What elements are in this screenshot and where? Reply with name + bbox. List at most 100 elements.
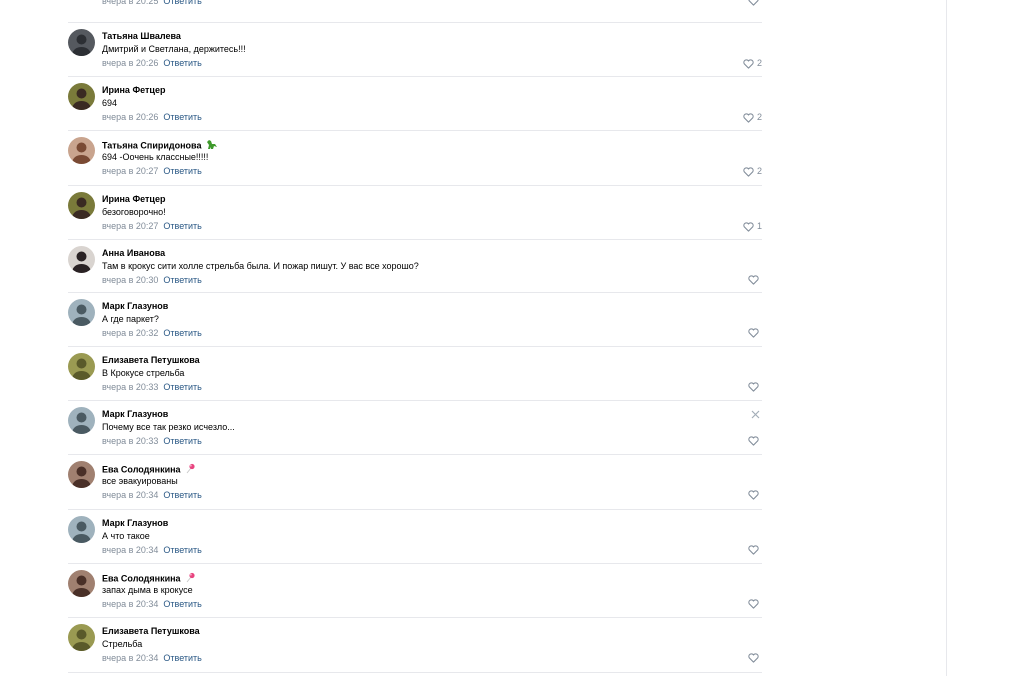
- reply-link[interactable]: Ответить: [163, 653, 201, 663]
- comment-author[interactable]: Ева Солодянкина: [102, 572, 196, 586]
- reply-link[interactable]: Ответить: [163, 436, 201, 446]
- close-icon[interactable]: [751, 410, 760, 419]
- like-button[interactable]: [748, 328, 762, 338]
- reply-link[interactable]: Ответить: [163, 490, 201, 500]
- like-button[interactable]: [748, 382, 762, 392]
- author-name[interactable]: Ева Солодянкина: [102, 573, 181, 583]
- comment-time[interactable]: вчера в 20:30: [102, 275, 158, 285]
- reply-link[interactable]: Ответить: [163, 112, 201, 122]
- comment-text: А что такое: [102, 531, 150, 541]
- author-name[interactable]: Анна Иванова: [102, 248, 165, 258]
- comment-time[interactable]: вчера в 20:34: [102, 490, 158, 500]
- like-button[interactable]: 1: [743, 221, 762, 232]
- reply-link[interactable]: Ответить: [163, 58, 201, 68]
- like-button[interactable]: 2: [743, 166, 762, 177]
- comment-author[interactable]: Ева Солодянкина: [102, 463, 196, 477]
- like-button[interactable]: [748, 545, 762, 555]
- avatar[interactable]: [68, 516, 95, 543]
- comment-time[interactable]: вчера в 20:34: [102, 545, 158, 555]
- reply-link[interactable]: Ответить: [163, 328, 201, 338]
- comment-time[interactable]: вчера в 20:34: [102, 653, 158, 663]
- avatar[interactable]: [68, 29, 95, 56]
- heart-icon: [748, 545, 759, 555]
- comment-text: Дмитрий и Светлана, держитесь!!!: [102, 44, 246, 54]
- reply-link[interactable]: Ответить: [163, 166, 201, 176]
- reply-link[interactable]: Ответить: [163, 599, 201, 609]
- like-button[interactable]: [748, 436, 762, 446]
- comment-time[interactable]: вчера в 20:27: [102, 166, 158, 176]
- reply-link[interactable]: Ответить: [163, 275, 201, 285]
- author-name[interactable]: Татьяна Швалева: [102, 31, 181, 41]
- comment-meta: вчера в 20:27 Ответить: [102, 221, 202, 232]
- avatar[interactable]: [68, 407, 95, 434]
- comment-time[interactable]: вчера в 20:27: [102, 221, 158, 231]
- comment-author[interactable]: Марк Глазунов: [102, 301, 168, 312]
- avatar[interactable]: [68, 137, 95, 164]
- comment-author[interactable]: Татьяна Швалева: [102, 31, 181, 42]
- author-name[interactable]: Елизавета Петушкова: [102, 626, 200, 636]
- heart-icon: [743, 221, 754, 232]
- reply-link[interactable]: Ответить: [163, 221, 201, 231]
- comment-item: Ирина Фетцер 694 вчера в 20:26 Ответить 2: [68, 76, 762, 131]
- heart-icon: [748, 328, 759, 338]
- comment-text: все эвакуированы: [102, 476, 178, 486]
- avatar[interactable]: [68, 299, 95, 326]
- like-button[interactable]: 2: [743, 58, 762, 69]
- comment-item: Татьяна Спиридонова 694 -Оочень классные!…: [68, 130, 762, 186]
- heart-icon: [748, 275, 759, 285]
- avatar[interactable]: [68, 83, 95, 110]
- avatar[interactable]: [68, 353, 95, 380]
- comment-author[interactable]: Марк Глазунов: [102, 409, 168, 420]
- comment-text: Почему все так резко исчезло...: [102, 422, 235, 432]
- like-button[interactable]: [748, 490, 762, 500]
- comment-meta: вчера в 20:25 Ответить: [102, 0, 202, 7]
- comment-meta: вчера в 20:26 Ответить: [102, 112, 202, 123]
- like-button[interactable]: [748, 0, 762, 6]
- comment-author[interactable]: Елизавета Петушкова: [102, 355, 200, 366]
- comment-text: В Крокусе стрельба: [102, 368, 185, 378]
- avatar[interactable]: [68, 192, 95, 219]
- avatar[interactable]: [68, 461, 95, 488]
- comment-item: вчера в 20:25 Ответить: [68, 0, 762, 23]
- author-name[interactable]: Ева Солодянкина: [102, 464, 181, 474]
- author-name[interactable]: Елизавета Петушкова: [102, 355, 200, 365]
- avatar[interactable]: [68, 624, 95, 651]
- comment-text: Стрельба: [102, 639, 143, 649]
- comment-author[interactable]: Татьяна Спиридонова: [102, 139, 218, 153]
- like-count: 2: [756, 166, 762, 176]
- like-button[interactable]: [748, 599, 762, 609]
- comment-author[interactable]: Елизавета Петушкова: [102, 626, 200, 637]
- reply-link[interactable]: Ответить: [163, 0, 201, 6]
- comment-time[interactable]: вчера в 20:33: [102, 382, 158, 392]
- like-button[interactable]: [748, 653, 762, 663]
- author-name[interactable]: Ирина Фетцер: [102, 194, 165, 204]
- comment-time[interactable]: вчера в 20:34: [102, 599, 158, 609]
- comment-time[interactable]: вчера в 20:26: [102, 58, 158, 68]
- author-name[interactable]: Марк Глазунов: [102, 409, 168, 419]
- comment-meta: вчера в 20:33 Ответить: [102, 436, 202, 447]
- comment-time[interactable]: вчера в 20:32: [102, 328, 158, 338]
- comment-time[interactable]: вчера в 20:26: [102, 112, 158, 122]
- heart-icon: [748, 0, 759, 6]
- author-name[interactable]: Татьяна Спиридонова: [102, 140, 201, 150]
- author-name[interactable]: Марк Глазунов: [102, 518, 168, 528]
- comment-meta: вчера в 20:34 Ответить: [102, 545, 202, 556]
- comment-author[interactable]: Марк Глазунов: [102, 518, 168, 529]
- comment-author[interactable]: Ирина Фетцер: [102, 85, 165, 96]
- comment-time[interactable]: вчера в 20:33: [102, 436, 158, 446]
- comment-item: Марк Глазунов А что такое вчера в 20:34 Отв…: [68, 509, 762, 564]
- avatar[interactable]: [68, 570, 95, 597]
- reply-link[interactable]: Ответить: [163, 545, 201, 555]
- comment-text: А где паркет?: [102, 314, 159, 324]
- reply-link[interactable]: Ответить: [163, 382, 201, 392]
- like-button[interactable]: 2: [743, 112, 762, 123]
- comment-author[interactable]: Ирина Фетцер: [102, 194, 165, 205]
- like-button[interactable]: [748, 275, 762, 285]
- comment-item: Елизавета Петушкова Стрельба вчера в 20:34…: [68, 617, 762, 673]
- author-name[interactable]: Ирина Фетцер: [102, 85, 165, 95]
- avatar[interactable]: [68, 246, 95, 273]
- comment-author[interactable]: Анна Иванова: [102, 248, 165, 259]
- comment-time[interactable]: вчера в 20:25: [102, 0, 158, 6]
- comment-text: запах дыма в крокусе: [102, 585, 193, 595]
- author-name[interactable]: Марк Глазунов: [102, 301, 168, 311]
